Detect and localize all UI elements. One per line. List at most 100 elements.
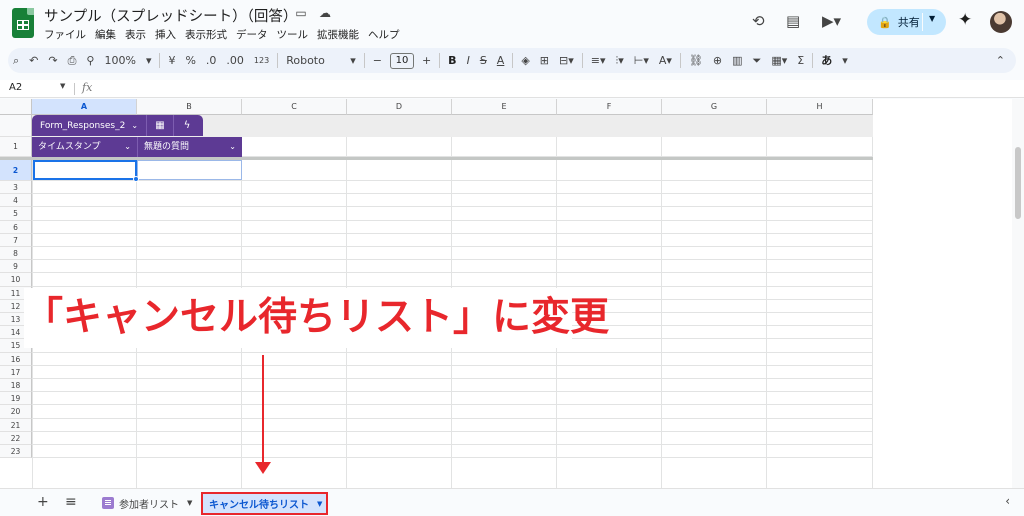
chevron-down-icon[interactable]: ▾ <box>837 48 853 73</box>
row-header-20[interactable]: 20 <box>0 405 32 419</box>
chevron-down-icon[interactable]: ▾ <box>345 48 361 73</box>
menu-view[interactable]: 表示 <box>125 27 152 42</box>
row-header-16[interactable]: 16 <box>0 352 32 366</box>
scrollbar-thumb[interactable] <box>1015 147 1021 219</box>
zoom-select[interactable]: 100% <box>99 48 140 73</box>
decrease-decimal-button[interactable]: .0 <box>201 48 222 73</box>
row-header-21[interactable]: 21 <box>0 418 32 432</box>
fill-handle[interactable] <box>133 176 139 182</box>
avatar[interactable] <box>990 11 1012 33</box>
all-sheets-icon[interactable]: ≡ <box>65 494 77 510</box>
row-header-2[interactable]: 2 <box>0 160 32 181</box>
selected-cell-a2[interactable] <box>33 160 139 182</box>
table-header-untitled-question[interactable]: 無題の質問 ⌄ <box>137 137 242 157</box>
insert-comment-icon[interactable]: ⊕ <box>708 48 727 73</box>
menu-format[interactable]: 表示形式 <box>185 27 233 42</box>
table-header-timestamp[interactable]: タイムスタンプ ⌄ <box>32 137 137 157</box>
increase-decimal-button[interactable]: .00 <box>221 48 249 73</box>
sheet-tab-waitlist[interactable]: キャンセル待ちリスト ▼ <box>201 492 328 515</box>
spreadsheet-grid[interactable]: HGFEDCBA Form_Responses_2 ⌄ ▦ ϟ タイムスタンプ … <box>0 99 1024 488</box>
row-header-5[interactable]: 5 <box>0 207 32 221</box>
sheets-logo-icon[interactable] <box>12 8 34 38</box>
borders-icon[interactable]: ⊞ <box>535 48 554 73</box>
column-header-h[interactable]: H <box>767 99 873 115</box>
row-header-18[interactable]: 18 <box>0 379 32 393</box>
row-header-9[interactable]: 9 <box>0 260 32 274</box>
cloud-status-icon[interactable]: ☁ <box>318 6 332 20</box>
share-button[interactable]: 🔒 共有 ▼ <box>867 9 946 35</box>
row-header-4[interactable]: 4 <box>0 194 32 208</box>
menu-insert[interactable]: 挿入 <box>155 27 182 42</box>
font-size-input[interactable]: 10 <box>389 52 414 69</box>
column-header-a[interactable]: A <box>32 99 137 115</box>
column-header-c[interactable]: C <box>242 99 347 115</box>
chevron-down-icon[interactable]: ▼ <box>60 82 65 90</box>
chevron-down-icon[interactable]: ⌄ <box>229 137 236 157</box>
table-name-tab[interactable]: Form_Responses_2 ⌄ ▦ ϟ <box>32 115 203 136</box>
insert-chart-icon[interactable]: ▥ <box>727 48 747 73</box>
sheet-tab-participants[interactable]: 参加者リスト ▼ <box>102 493 192 513</box>
filter-icon[interactable]: ⏷ <box>748 48 767 73</box>
comments-icon[interactable]: ▤ <box>786 12 800 30</box>
currency-format-button[interactable]: ¥ <box>163 48 180 73</box>
column-header-e[interactable]: E <box>452 99 557 115</box>
star-icon[interactable]: ☆ <box>270 6 284 20</box>
name-box[interactable]: A2 <box>9 82 22 93</box>
vertical-align-icon[interactable]: ⫶▾ <box>611 48 629 73</box>
menu-edit[interactable]: 編集 <box>95 27 122 42</box>
move-folder-icon[interactable]: ▭ <box>294 6 308 20</box>
table-calendar-icon[interactable]: ▦ <box>147 120 173 131</box>
chevron-down-icon[interactable]: ⌄ <box>131 121 138 130</box>
row-header-17[interactable]: 17 <box>0 365 32 379</box>
print-icon[interactable]: ⎙ <box>63 48 82 73</box>
row-header-1[interactable]: 1 <box>0 137 32 157</box>
column-header-d[interactable]: D <box>347 99 452 115</box>
fill-color-icon[interactable]: ◈ <box>516 48 534 73</box>
menu-data[interactable]: データ <box>236 27 274 42</box>
row-header-3[interactable]: 3 <box>0 181 32 195</box>
undo-icon[interactable]: ↶ <box>24 48 43 73</box>
merge-cells-icon[interactable]: ⊟▾ <box>554 48 579 73</box>
meet-icon[interactable]: ▶▾ <box>822 12 841 30</box>
vertical-scrollbar[interactable] <box>1012 99 1024 488</box>
text-wrap-icon[interactable]: ⊢▾ <box>629 48 654 73</box>
functions-icon[interactable]: Σ <box>792 48 809 73</box>
strikethrough-icon[interactable]: S <box>475 48 492 73</box>
history-icon[interactable]: ⟲ <box>752 12 765 30</box>
number-format-button[interactable]: 123 <box>249 48 274 73</box>
select-all-corner[interactable] <box>0 99 32 115</box>
font-select[interactable]: Roboto <box>281 48 345 73</box>
menu-extensions[interactable]: 拡張機能 <box>317 27 365 42</box>
menu-file[interactable]: ファイル <box>44 27 92 42</box>
menu-tools[interactable]: ツール <box>277 27 315 42</box>
collapse-toolbar-icon[interactable]: ⌃ <box>991 48 1010 73</box>
gemini-icon[interactable]: ✦ <box>958 10 972 30</box>
chevron-down-icon[interactable]: ▼ <box>187 499 192 507</box>
link-icon[interactable]: ⛓ <box>684 48 708 73</box>
column-header-f[interactable]: F <box>557 99 662 115</box>
font-size-increase-icon[interactable]: + <box>417 48 436 73</box>
row-header-23[interactable]: 23 <box>0 445 32 459</box>
add-sheet-icon[interactable]: + <box>37 494 49 510</box>
chevron-left-icon[interactable]: ‹ <box>1005 494 1010 508</box>
row-header-7[interactable]: 7 <box>0 233 32 247</box>
row-header-19[interactable]: 19 <box>0 392 32 406</box>
redo-icon[interactable]: ↷ <box>43 48 62 73</box>
row-header-8[interactable]: 8 <box>0 247 32 261</box>
chevron-down-icon[interactable]: ▾ <box>141 48 157 73</box>
search-icon[interactable]: ⌕ <box>8 48 24 73</box>
document-title[interactable]: サンプル（スプレッドシート）（回答） <box>44 5 297 26</box>
menu-help[interactable]: ヘルプ <box>368 27 406 42</box>
column-header-g[interactable]: G <box>662 99 767 115</box>
cell-b2[interactable] <box>137 160 242 180</box>
percent-format-button[interactable]: % <box>180 48 200 73</box>
horizontal-align-icon[interactable]: ≡▾ <box>586 48 611 73</box>
input-tools-button[interactable]: あ <box>816 48 837 73</box>
text-color-icon[interactable]: A <box>492 48 510 73</box>
font-size-decrease-icon[interactable]: − <box>368 48 387 73</box>
paint-format-icon[interactable]: ⚲ <box>81 48 99 73</box>
row-header-10[interactable]: 10 <box>0 273 32 287</box>
table-lightning-icon[interactable]: ϟ <box>174 120 200 131</box>
italic-button[interactable]: I <box>462 48 475 73</box>
share-dropdown-icon[interactable]: ▼ <box>929 14 935 23</box>
